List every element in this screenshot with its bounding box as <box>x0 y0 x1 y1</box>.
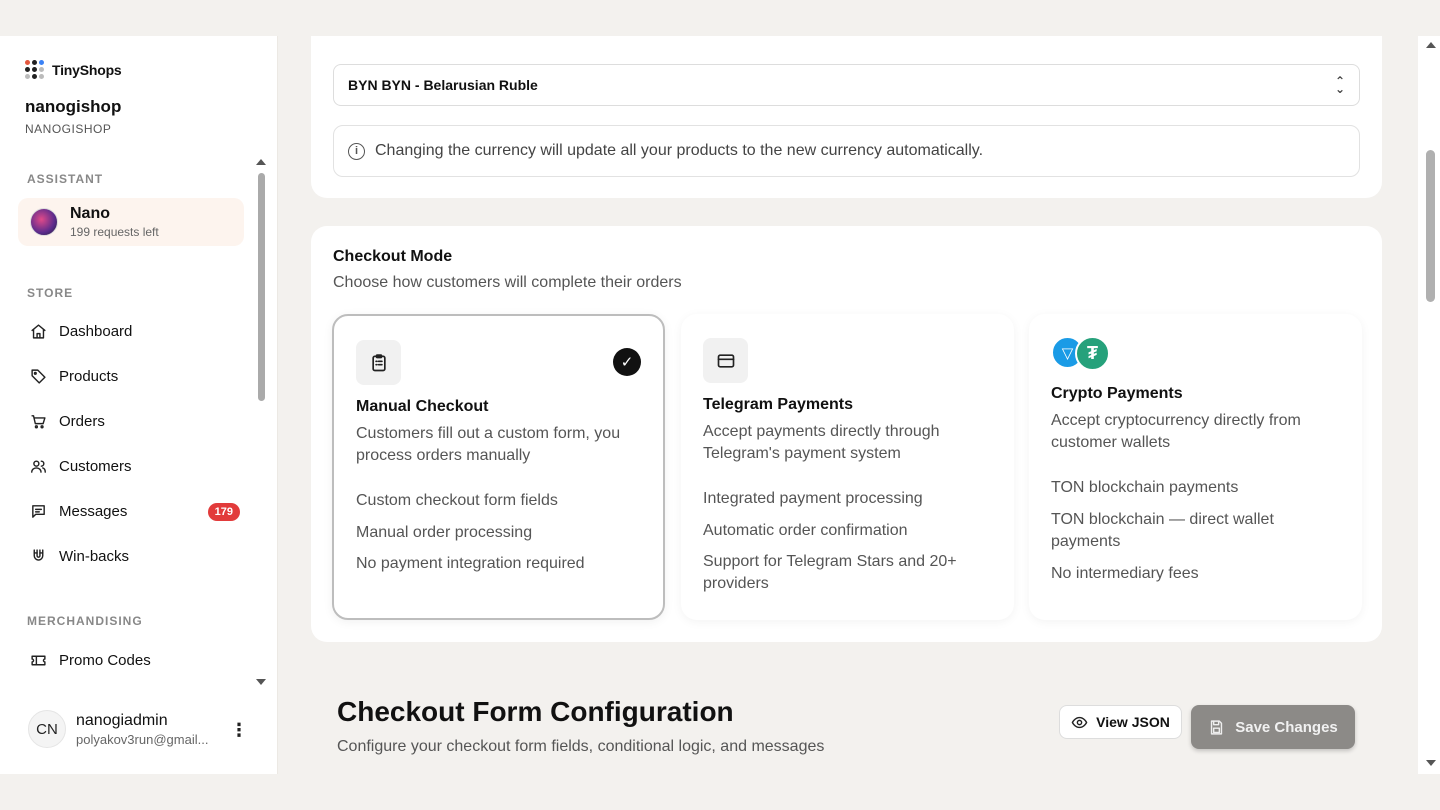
checkout-option-manual[interactable]: ✓ Manual Checkout Customers fill out a c… <box>332 314 665 620</box>
page-scroll-down-button[interactable] <box>1426 760 1436 766</box>
crypto-logos: ▽ ₮ <box>1051 336 1111 372</box>
sidebar-item-messages[interactable]: Messages 179 <box>30 502 240 521</box>
sidebar-item-label: Promo Codes <box>59 652 151 669</box>
sidebar-item-label: Products <box>59 368 119 385</box>
sidebar: TinyShops nanogishop NANOGISHOP ASSISTAN… <box>0 36 278 774</box>
view-json-label: View JSON <box>1096 714 1170 730</box>
sidebar-item-label: Win-backs <box>59 548 130 565</box>
section-label-assistant: ASSISTANT <box>27 172 104 186</box>
assistant-requests: 199 requests left <box>70 225 159 239</box>
messages-count-badge: 179 <box>207 502 240 521</box>
option-description: Accept cryptocurrency directly from cust… <box>1051 412 1301 451</box>
more-vertical-icon[interactable]: ⋮ <box>230 720 248 741</box>
checkout-mode-card: Checkout Mode Choose how customers will … <box>311 226 1382 642</box>
sidebar-item-label: Messages <box>59 503 128 520</box>
sidebar-item-orders[interactable]: Orders <box>30 413 240 430</box>
sidebar-item-dashboard[interactable]: Dashboard <box>30 323 240 340</box>
checkout-option-telegram[interactable]: Telegram Payments Accept payments direct… <box>681 314 1014 620</box>
sidebar-item-label: Customers <box>59 458 132 475</box>
option-feature: Support for Telegram Stars and 20+ provi… <box>703 553 957 592</box>
currency-card: BYN BYN - Belarusian Ruble ⌃ ⌄ i Changing… <box>311 36 1382 198</box>
chevron-up-down-icon: ⌃ ⌄ <box>1334 74 1345 96</box>
view-json-button[interactable]: View JSON <box>1059 705 1182 739</box>
sidebar-scrollbar-thumb[interactable] <box>258 173 265 401</box>
section-subtitle: Choose how customers will complete their… <box>333 274 682 291</box>
save-changes-label: Save Changes <box>1235 718 1338 736</box>
avatar <box>30 208 58 236</box>
option-title: Manual Checkout <box>356 398 489 415</box>
user-name: nanogiadmin <box>76 711 168 729</box>
page-subtitle: Configure your checkout form fields, con… <box>337 738 825 755</box>
sidebar-scroll-up-button[interactable] <box>256 159 266 165</box>
currency-select-value: BYN BYN - Belarusian Ruble <box>348 77 538 93</box>
sidebar-item-win-backs[interactable]: Win-backs <box>30 548 240 565</box>
currency-select[interactable]: BYN BYN - Belarusian Ruble ⌃ ⌄ <box>333 64 1360 106</box>
brand-name: TinyShops <box>52 61 122 78</box>
sidebar-item-label: Orders <box>59 413 105 430</box>
section-label-store: STORE <box>27 286 74 300</box>
assistant-card[interactable]: Nano 199 requests left <box>18 198 244 246</box>
section-label-merchandising: MERCHANDISING <box>27 614 143 628</box>
section-title: Checkout Mode <box>333 248 453 265</box>
selected-check-icon: ✓ <box>613 348 641 376</box>
users-icon <box>31 460 46 473</box>
option-feature: TON blockchain payments <box>1051 479 1239 496</box>
sidebar-item-products[interactable]: Products <box>30 368 240 385</box>
option-description: Accept payments directly through Telegra… <box>703 423 940 462</box>
page-scroll-up-button[interactable] <box>1426 42 1436 48</box>
sidebar-item-promo-codes[interactable]: Promo Codes <box>30 652 240 669</box>
message-icon <box>32 505 45 518</box>
sidebar-nav: ASSISTANT Nano 199 requests left STORE D… <box>0 156 278 686</box>
user-email: polyakov3run@gmail... <box>76 731 209 747</box>
option-feature: Custom checkout form fields <box>356 492 558 509</box>
page-scrollbar-thumb[interactable] <box>1426 150 1435 302</box>
assistant-name: Nano <box>70 205 110 222</box>
info-icon: i <box>348 142 365 160</box>
currency-info-notice: i Changing the currency will update all … <box>333 125 1360 177</box>
option-title: Telegram Payments <box>703 396 853 413</box>
save-icon <box>1211 719 1223 735</box>
shop-handle: NANOGISHOP <box>25 122 112 136</box>
page-title: Checkout Form Configuration <box>337 696 734 727</box>
credit-card-icon <box>703 338 748 383</box>
option-title: Crypto Payments <box>1051 385 1183 402</box>
eye-icon <box>1071 716 1088 728</box>
option-feature: TON blockchain — direct wallet payments <box>1051 511 1274 550</box>
option-feature: Integrated payment processing <box>703 490 923 507</box>
option-feature: No intermediary fees <box>1051 565 1199 582</box>
user-menu[interactable]: CN nanogiadmin polyakov3run@gmail... ⋮ <box>28 710 258 748</box>
main-content: BYN BYN - Belarusian Ruble ⌃ ⌄ i Changing… <box>279 36 1415 774</box>
option-feature: Manual order processing <box>356 524 533 541</box>
ticket-icon <box>31 655 46 666</box>
save-changes-button[interactable]: Save Changes <box>1191 705 1355 749</box>
shop-name: nanogishop <box>25 97 122 116</box>
checkout-option-crypto[interactable]: ▽ ₮ Crypto Payments Accept cryptocurrenc… <box>1029 314 1362 620</box>
home-icon <box>31 324 46 339</box>
sidebar-scroll-down-button[interactable] <box>256 679 266 685</box>
currency-info-text: Changing the currency will update all yo… <box>375 142 984 159</box>
logo-dots-icon <box>25 60 44 79</box>
option-feature: No payment integration required <box>356 555 585 572</box>
usdt-icon: ₮ <box>1075 336 1110 371</box>
option-description: Customers fill out a custom form, you pr… <box>356 425 621 464</box>
magnet-icon <box>33 549 44 561</box>
sidebar-item-customers[interactable]: Customers <box>30 458 240 475</box>
brand-logo[interactable]: TinyShops <box>25 60 122 79</box>
sidebar-item-label: Dashboard <box>59 323 133 340</box>
clipboard-icon <box>356 340 401 385</box>
cart-icon <box>31 415 46 429</box>
tag-icon <box>31 369 46 384</box>
page-scrollbar[interactable] <box>1418 36 1440 774</box>
option-feature: Automatic order confirmation <box>703 522 908 539</box>
avatar: CN <box>28 710 66 748</box>
